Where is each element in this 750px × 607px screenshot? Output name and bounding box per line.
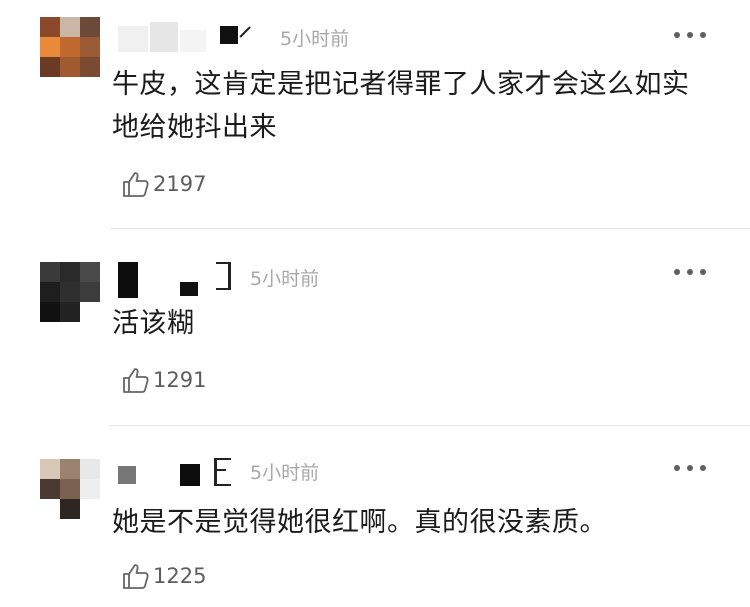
username-redacted[interactable] xyxy=(118,22,268,52)
comment-time: 5小时前 xyxy=(250,268,320,290)
avatar-pixel xyxy=(40,302,60,322)
comment-time: 5小时前 xyxy=(250,462,320,484)
avatar-pixel xyxy=(40,37,60,57)
avatar-pixel xyxy=(40,479,60,499)
avatar-pixel xyxy=(80,282,100,302)
more-options-button[interactable] xyxy=(674,458,706,478)
avatar[interactable] xyxy=(40,17,100,77)
thumbs-up-icon xyxy=(123,564,149,589)
avatar-pixel xyxy=(80,57,100,77)
thumbs-up-icon xyxy=(123,172,149,197)
username-redacted[interactable] xyxy=(118,262,238,298)
avatar[interactable] xyxy=(40,459,100,519)
like-count: 2197 xyxy=(153,172,207,196)
avatar[interactable] xyxy=(40,262,100,322)
username-redacted[interactable] xyxy=(118,456,238,486)
avatar-pixel xyxy=(80,302,100,322)
avatar-pixel xyxy=(40,262,60,282)
avatar-pixel xyxy=(80,37,100,57)
comment-item: 5小时前 牛皮，这肯定是把记者得罪了人家才会这么如实地给她抖出来 2197 xyxy=(0,0,750,228)
avatar-pixel xyxy=(40,57,60,77)
avatar-pixel xyxy=(80,262,100,282)
more-options-button[interactable] xyxy=(674,25,706,45)
comment-text: 她是不是觉得她很红啊。真的很没素质。 xyxy=(112,507,607,538)
comment-time: 5小时前 xyxy=(280,28,350,50)
like-count: 1225 xyxy=(153,564,207,588)
thumbs-up-icon xyxy=(123,368,149,393)
more-options-button[interactable] xyxy=(674,262,706,282)
avatar-pixel xyxy=(80,17,100,37)
comment-text: 活该糊 xyxy=(112,308,195,339)
avatar-pixel xyxy=(60,479,80,499)
more-dots-icon xyxy=(674,269,680,275)
avatar-pixel xyxy=(60,282,80,302)
avatar-pixel xyxy=(80,459,100,479)
like-button[interactable]: 2197 xyxy=(120,168,206,200)
avatar-pixel xyxy=(40,459,60,479)
avatar-pixel xyxy=(40,499,60,519)
avatar-pixel xyxy=(40,17,60,37)
more-dots-icon xyxy=(674,465,680,471)
like-button[interactable]: 1291 xyxy=(120,364,206,396)
avatar-pixel xyxy=(60,302,80,322)
avatar-pixel xyxy=(60,459,80,479)
avatar-pixel xyxy=(60,17,80,37)
like-button[interactable]: 1225 xyxy=(120,560,206,592)
avatar-pixel xyxy=(60,499,80,519)
avatar-pixel xyxy=(40,282,60,302)
avatar-pixel xyxy=(60,262,80,282)
avatar-pixel xyxy=(60,37,80,57)
avatar-pixel xyxy=(60,57,80,77)
comment-item: 5小时前 她是不是觉得她很红啊。真的很没素质。 1225 xyxy=(0,426,750,607)
avatar-pixel xyxy=(80,499,100,519)
avatar-pixel xyxy=(80,479,100,499)
comment-text: 牛皮，这肯定是把记者得罪了人家才会这么如实地给她抖出来 xyxy=(112,69,690,143)
more-dots-icon xyxy=(674,32,680,38)
like-count: 1291 xyxy=(153,368,207,392)
comment-item: 5小时前 活该糊 1291 xyxy=(0,229,750,425)
